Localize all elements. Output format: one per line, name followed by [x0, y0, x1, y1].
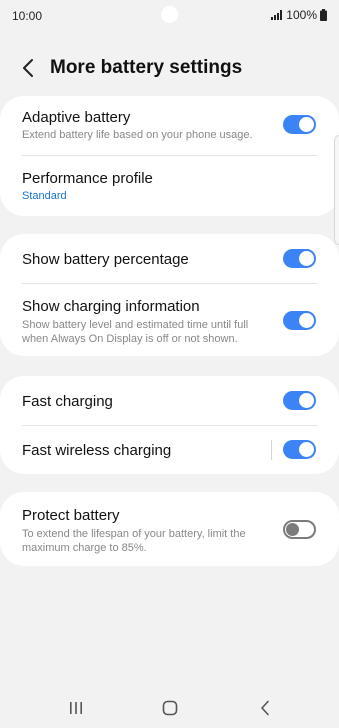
battery-percentage: 100% [286, 8, 317, 22]
adaptive-battery-description: Extend battery life based on your phone … [22, 129, 253, 141]
protect-battery-row[interactable]: Protect battery To extend the lifespan o… [0, 492, 339, 566]
settings-card-protect: Protect battery To extend the lifespan o… [0, 492, 339, 566]
home-icon [162, 700, 178, 716]
fast-wireless-charging-toggle[interactable] [283, 440, 316, 459]
navigation-bar [0, 688, 339, 728]
header: More battery settings [0, 48, 339, 88]
status-bar: 10:00 100% [0, 0, 339, 32]
performance-profile-row[interactable]: Performance profile Standard [0, 156, 339, 216]
fast-charging-row[interactable]: Fast charging [0, 376, 339, 426]
show-charging-information-toggle[interactable] [283, 311, 316, 330]
performance-profile-value: Standard [22, 190, 67, 202]
toggle-knob [299, 442, 314, 457]
toggle-knob [286, 523, 299, 536]
fast-charging-toggle[interactable] [283, 391, 316, 410]
toggle-knob [299, 117, 314, 132]
back-button[interactable] [14, 54, 42, 82]
adaptive-battery-row[interactable]: Adaptive battery Extend battery life bas… [0, 96, 339, 156]
toggle-separator [271, 440, 272, 460]
settings-card-battery: Adaptive battery Extend battery life bas… [0, 96, 339, 216]
recent-apps-icon [70, 702, 82, 714]
adaptive-battery-title: Adaptive battery [22, 109, 131, 126]
protect-battery-description: To extend the lifespan of your battery, … [22, 528, 246, 554]
status-time: 10:00 [12, 9, 43, 23]
nav-back-icon [261, 700, 269, 716]
fast-charging-title: Fast charging [22, 393, 113, 410]
show-charging-information-description: Show battery level and estimated time un… [22, 319, 249, 345]
battery-full-icon [320, 9, 327, 21]
show-charging-information-title: Show charging information [22, 298, 200, 315]
edge-panel-handle[interactable] [334, 135, 339, 245]
status-indicators: 100% [271, 8, 327, 22]
fast-wireless-charging-title: Fast wireless charging [22, 442, 172, 459]
toggle-knob [299, 251, 314, 266]
nav-back-button[interactable] [250, 696, 280, 720]
recent-apps-button[interactable] [61, 696, 91, 720]
signal-icon [271, 10, 283, 20]
show-battery-percentage-row[interactable]: Show battery percentage [0, 234, 339, 284]
camera-cutout [161, 6, 178, 23]
home-button[interactable] [155, 696, 185, 720]
performance-profile-title: Performance profile [22, 170, 153, 187]
toggle-knob [299, 393, 314, 408]
protect-battery-toggle[interactable] [283, 520, 316, 539]
page-title: More battery settings [50, 57, 243, 78]
fast-wireless-charging-row[interactable]: Fast wireless charging [0, 426, 339, 474]
show-battery-percentage-title: Show battery percentage [22, 251, 189, 268]
chevron-left-icon [23, 59, 33, 77]
settings-card-charging: Fast charging Fast wireless charging [0, 376, 339, 474]
adaptive-battery-toggle[interactable] [283, 115, 316, 134]
protect-battery-title: Protect battery [22, 507, 120, 524]
toggle-knob [299, 313, 314, 328]
show-charging-information-row[interactable]: Show charging information Show battery l… [0, 284, 339, 356]
show-battery-percentage-toggle[interactable] [283, 249, 316, 268]
settings-card-display: Show battery percentage Show charging in… [0, 234, 339, 356]
